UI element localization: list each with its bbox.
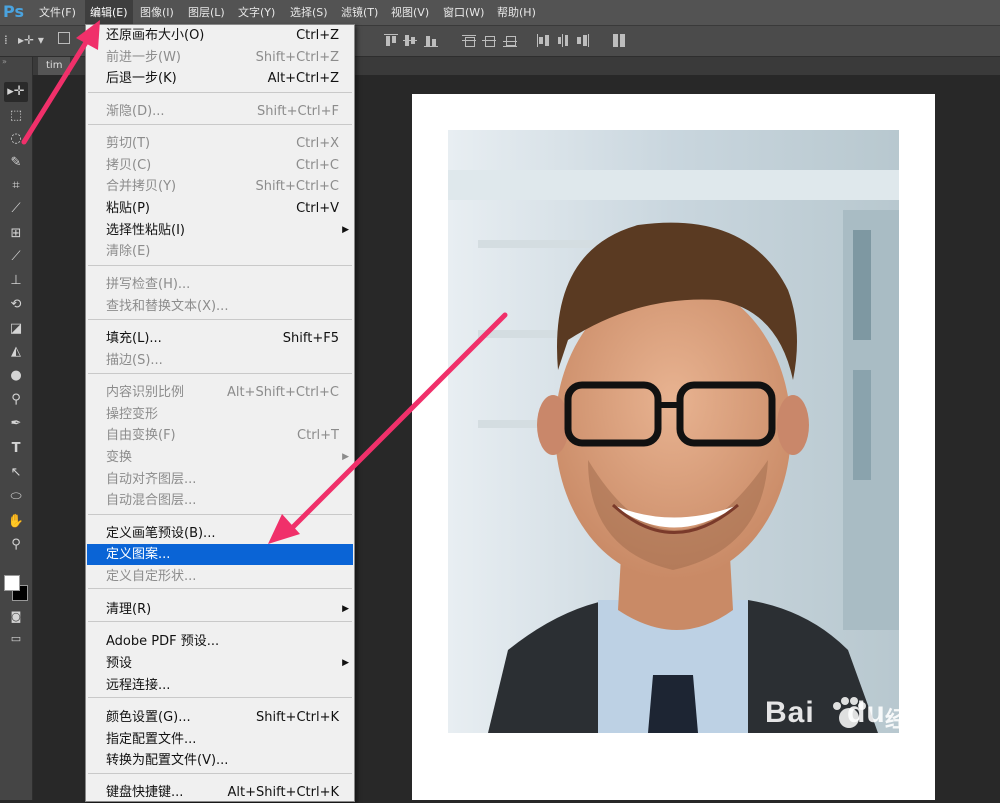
baidu-jingyan-watermark: Bai du 经验 jingyan.baidu.com [765,696,955,786]
watermark-brand-2: du [847,696,886,729]
watermark-cn: 经验 [885,708,930,733]
annotation-arrows [21,20,508,544]
watermark-url: jingyan.baidu.com [767,754,897,770]
watermark-brand: Bai [765,696,815,729]
